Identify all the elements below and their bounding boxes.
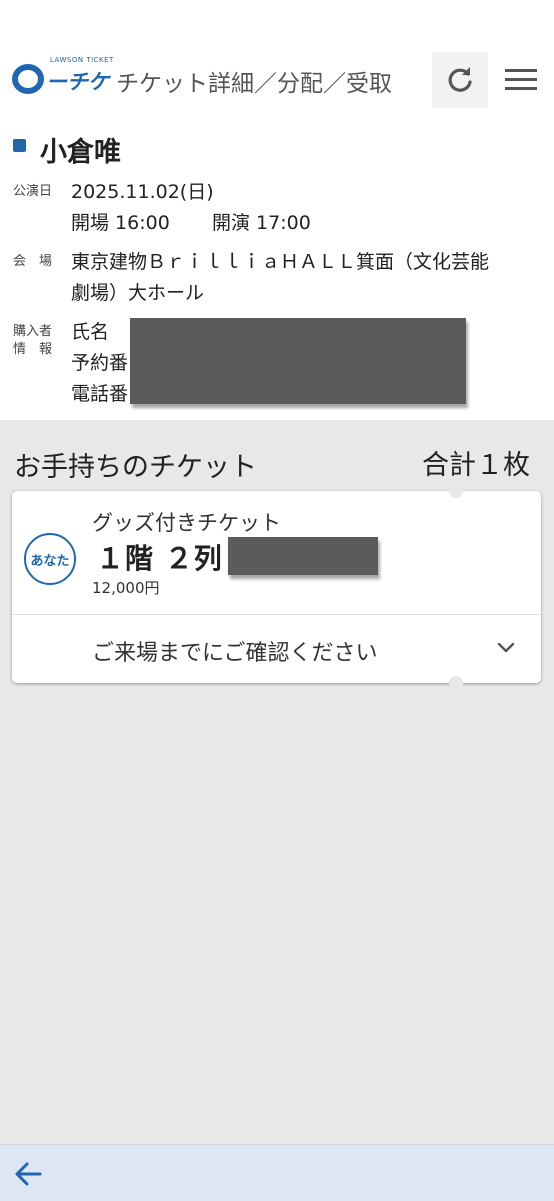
buyer-reservation-label: 予約番 <box>71 352 129 374</box>
confirm-text: ご来場までにご確認ください <box>92 641 378 666</box>
logo-caption: LAWSON TICKET <box>50 56 114 64</box>
start-time: 開演 17:00 <box>212 212 311 234</box>
ticket-notch-top <box>449 484 463 498</box>
app-header: LAWSON TICKET ーチケ チケット詳細／分配／受取 <box>0 0 554 108</box>
ticket-total: 合計１枚 <box>422 450 530 481</box>
reload-icon <box>448 67 472 92</box>
seat-info: １階 ２列 <box>96 542 223 575</box>
logo-circle-icon <box>12 64 44 94</box>
performer-marker <box>13 139 26 152</box>
chevron-down-icon <box>497 642 515 653</box>
event-info-panel: 小倉唯 公演日 2025.11.02(日) 開場 16:00 開演 17:00 … <box>0 108 554 420</box>
redaction-box <box>130 318 466 404</box>
confirm-expander[interactable]: ご来場までにご確認ください <box>12 615 541 683</box>
hamburger-menu-icon <box>505 69 537 90</box>
buyer-name-label: 氏名 <box>71 321 110 343</box>
reload-button[interactable] <box>432 52 488 108</box>
page-title: チケット詳細／分配／受取 <box>116 71 392 97</box>
open-time: 開場 16:00 <box>71 212 170 234</box>
menu-button[interactable] <box>496 52 546 108</box>
bottom-nav-bar <box>0 1144 554 1201</box>
ticket-price: 12,000円 <box>92 579 160 597</box>
performer-name: 小倉唯 <box>40 137 121 168</box>
venue-line-2: 劇場）大ホール <box>71 282 205 304</box>
owner-badge: あなた <box>24 533 76 585</box>
owned-tickets-title: お手持ちのチケット <box>14 452 257 483</box>
seat-redaction <box>228 537 378 575</box>
lawson-ticket-logo[interactable]: LAWSON TICKET ーチケ <box>12 56 113 98</box>
arrow-left-icon <box>15 1162 42 1186</box>
venue-line-1: 東京建物ＢｒｉｌｌｉａＨＡＬＬ箕面（文化芸能 <box>71 251 490 273</box>
buyer-phone-label: 電話番 <box>71 383 129 405</box>
ticket-card[interactable]: あなた グッズ付きチケット １階 ２列 12,000円 ご来場までにご確認くださ… <box>12 484 541 690</box>
performance-date: 2025.11.02(日) <box>71 181 214 203</box>
ticket-type: グッズ付きチケット <box>92 511 281 535</box>
date-label: 公演日 <box>13 184 53 199</box>
logo-text: ーチケ <box>46 70 109 94</box>
venue-label: 会 場 <box>13 254 53 269</box>
back-button[interactable] <box>12 1157 46 1191</box>
buyer-label-line-1: 購入者 <box>13 324 53 339</box>
buyer-label-line-2: 情 報 <box>13 342 53 357</box>
